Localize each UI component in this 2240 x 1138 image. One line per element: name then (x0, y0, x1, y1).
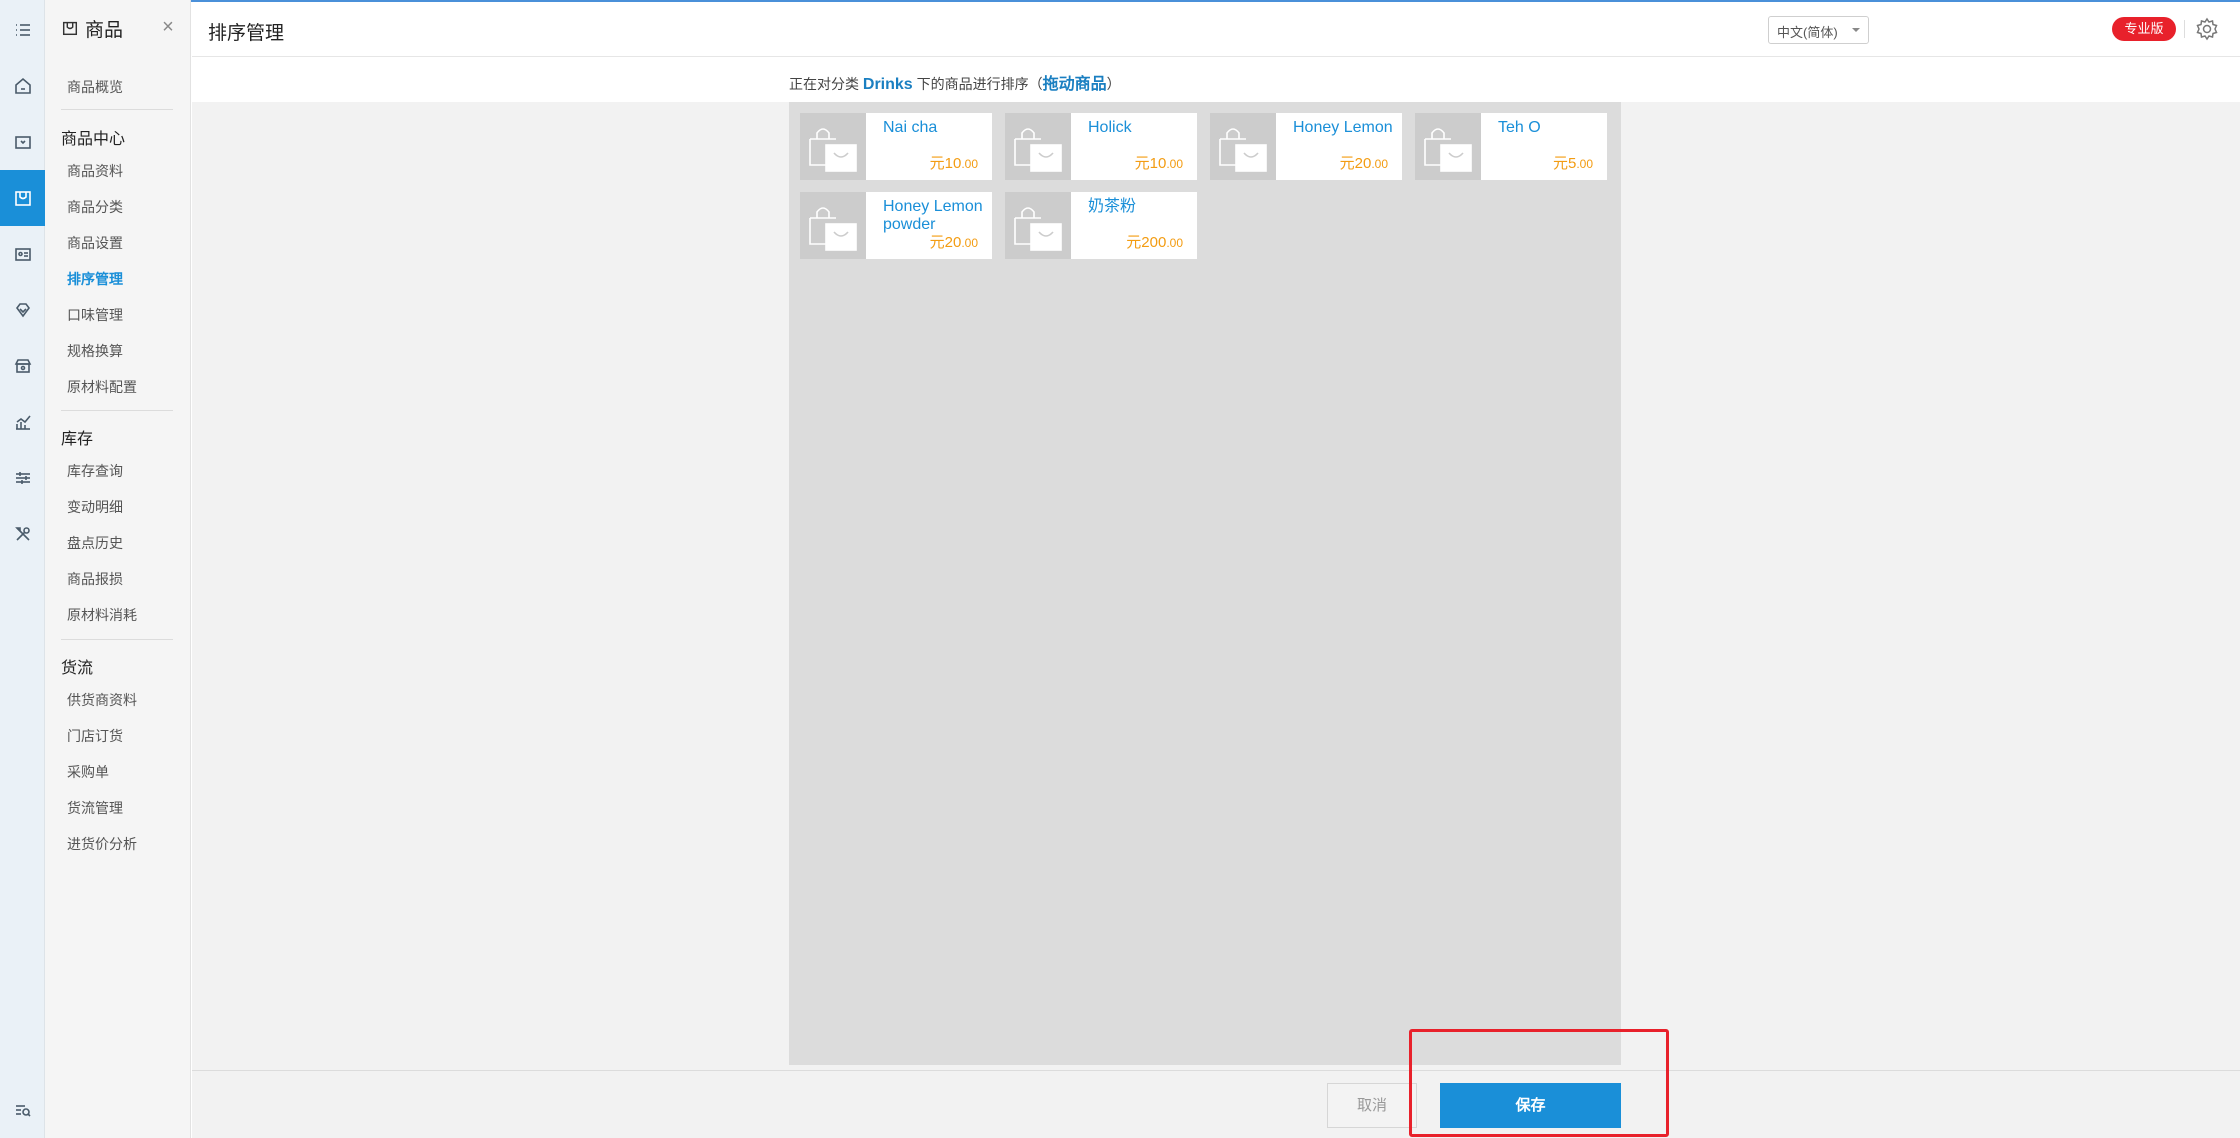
action-footer: 取消 保存 (192, 1070, 2240, 1138)
product-card[interactable]: 奶茶粉 元200.00 (1005, 192, 1197, 259)
product-name: Honey Lemon powder (883, 198, 983, 233)
sidebar-item[interactable]: 规格换算 (67, 341, 123, 361)
sidebar-item[interactable]: 商品资料 (67, 161, 123, 181)
instruction-bar: 正在对分类 Drinks 下的商品进行排序（拖动商品） (192, 58, 2240, 102)
gear-icon[interactable] (2194, 16, 2220, 42)
sidebar: 商品 × 商品概览 商品中心 商品资料 商品分类 商品设置 排序管理 口味管理 … (45, 0, 191, 1138)
cancel-button[interactable]: 取消 (1327, 1083, 1417, 1128)
product-price: 元20.00 (929, 234, 978, 251)
sort-instruction: 正在对分类 Drinks 下的商品进行排序（拖动商品） (789, 70, 1121, 94)
product-thumbnail (1415, 113, 1481, 180)
search-list-icon[interactable] (0, 1082, 45, 1138)
product-card[interactable]: Honey Lemon 元20.00 (1210, 113, 1402, 180)
sidebar-group-title: 商品中心 (61, 131, 126, 148)
shopping-bag-icon (1014, 128, 1062, 172)
close-icon[interactable]: × (159, 17, 177, 37)
sidebar-item[interactable]: 原材料消耗 (67, 605, 137, 625)
header-divider (2184, 20, 2185, 38)
category-name: Drinks (862, 76, 913, 93)
product-price: 元10.00 (929, 155, 978, 172)
sortable-product-area: Nai cha 元10.00 Holick 元10.00 Honey Lemon… (789, 102, 1621, 1065)
sidebar-item[interactable]: 盘点历史 (67, 533, 123, 553)
sidebar-header: 商品 × (45, 0, 191, 56)
home-icon[interactable] (0, 58, 45, 114)
sidebar-divider (61, 109, 173, 110)
product-icon (62, 21, 78, 36)
tools-icon[interactable] (0, 506, 45, 562)
product-name: Teh O (1498, 119, 1541, 136)
sidebar-module-title: 商品 (85, 19, 124, 41)
page-title: 排序管理 (208, 23, 285, 44)
language-select-value: 中文(简体) (1777, 25, 1838, 40)
instruction-suffix: ） (1106, 76, 1121, 92)
product-name: Holick (1088, 119, 1132, 136)
sidebar-item[interactable]: 口味管理 (67, 305, 123, 325)
sidebar-item[interactable]: 货流管理 (67, 798, 123, 818)
product-card[interactable]: Honey Lemon powder 元20.00 (800, 192, 992, 259)
chevron-down-icon (1852, 28, 1860, 32)
product-name: 奶茶粉 (1088, 198, 1137, 215)
plan-badge: 专业版 (2112, 17, 2176, 41)
sidebar-group-title: 库存 (61, 431, 94, 448)
sidebar-item[interactable]: 采购单 (67, 762, 109, 782)
product-thumbnail (1005, 113, 1071, 180)
product-thumbnail (1005, 192, 1071, 259)
member-card-icon[interactable] (0, 226, 45, 282)
instruction-prefix: 正在对分类 (789, 76, 859, 92)
page-header: 排序管理 中文(简体) 专业版 (192, 2, 2240, 57)
sidebar-item[interactable]: 变动明细 (67, 497, 123, 517)
product-thumbnail (1210, 113, 1276, 180)
gem-icon[interactable] (0, 282, 45, 338)
shopping-bag-icon (809, 207, 857, 251)
product-card[interactable]: Teh O 元5.00 (1415, 113, 1607, 180)
shopping-bag-icon (1014, 207, 1062, 251)
shopping-bag-icon (809, 128, 857, 172)
sidebar-item-overview[interactable]: 商品概览 (67, 77, 123, 97)
chart-icon[interactable] (0, 394, 45, 450)
instruction-middle: 下的商品进行排序（ (916, 76, 1043, 92)
sidebar-item-active[interactable]: 排序管理 (67, 269, 123, 289)
sidebar-divider (61, 639, 173, 640)
product-price: 元10.00 (1134, 155, 1183, 172)
sidebar-item[interactable]: 原材料配置 (67, 377, 137, 397)
shopping-bag-icon (1219, 128, 1267, 172)
product-thumbnail (800, 192, 866, 259)
main-content: 正在对分类 Drinks 下的商品进行排序（拖动商品） Nai cha 元10.… (192, 58, 2240, 1138)
product-name: Nai cha (883, 119, 938, 136)
product-card[interactable]: Holick 元10.00 (1005, 113, 1197, 180)
product-thumbnail (800, 113, 866, 180)
menu-icon[interactable] (0, 2, 45, 58)
sidebar-item[interactable]: 商品报损 (67, 569, 123, 589)
product-price: 元200.00 (1126, 234, 1183, 251)
sidebar-item[interactable]: 库存查询 (67, 461, 123, 481)
sidebar-group-title: 货流 (61, 660, 94, 677)
sidebar-item[interactable]: 门店订货 (67, 726, 123, 746)
product-name: Honey Lemon (1293, 119, 1393, 136)
product-icon[interactable] (0, 170, 45, 226)
sidebar-item[interactable]: 供货商资料 (67, 690, 137, 710)
language-select[interactable]: 中文(简体) (1768, 16, 1869, 44)
shopping-bag-icon (1424, 128, 1472, 172)
sidebar-item[interactable]: 商品设置 (67, 233, 123, 253)
product-card[interactable]: Nai cha 元10.00 (800, 113, 992, 180)
sidebar-item[interactable]: 商品分类 (67, 197, 123, 217)
instruction-emphasis: 拖动商品 (1042, 76, 1107, 93)
store-icon[interactable] (0, 338, 45, 394)
save-button[interactable]: 保存 (1440, 1083, 1621, 1128)
sidebar-divider (61, 410, 173, 411)
sliders-icon[interactable] (0, 450, 45, 506)
icon-rail (0, 0, 45, 1138)
product-price: 元5.00 (1552, 155, 1593, 172)
register-icon[interactable] (0, 114, 45, 170)
product-price: 元20.00 (1339, 155, 1388, 172)
sidebar-item[interactable]: 进货价分析 (67, 834, 137, 854)
